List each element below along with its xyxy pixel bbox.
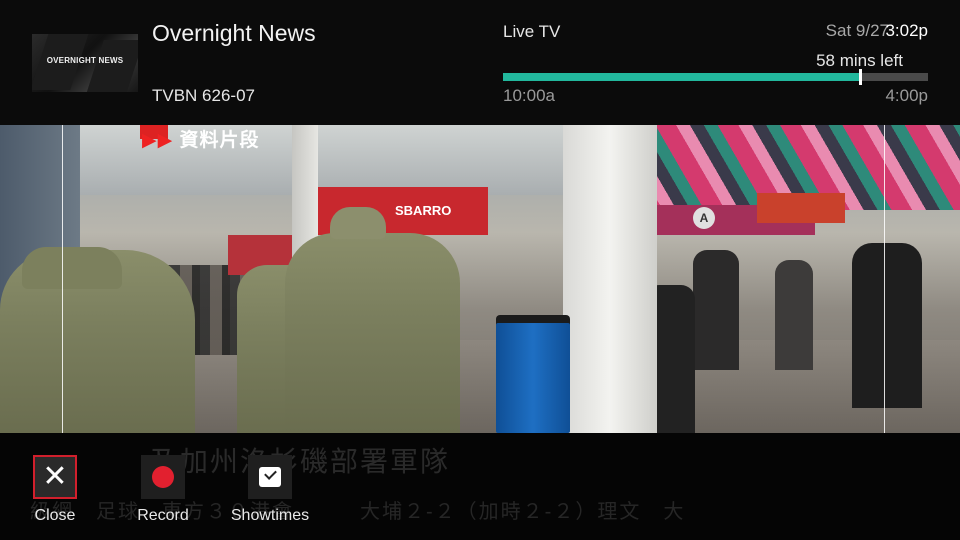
program-title: Overnight News [152,20,316,46]
current-time: 3:02p [885,21,928,40]
current-date: Sat 9/27 [825,21,889,40]
record-button[interactable]: Record [113,455,213,525]
video-soldier-helmet [22,247,122,289]
video-archive-sign: ▶▶ 資料片段 [142,130,260,151]
video-pillar [563,125,657,433]
showtimes-button[interactable]: Showtimes [220,455,320,525]
video-frame: SBARRO A ▶▶ 資料片段 [0,125,960,433]
time-remaining: 58 mins left [816,51,903,70]
close-button[interactable]: ✕ Close [5,455,105,525]
video-person [775,260,813,370]
video-gate-badge: A [693,207,715,229]
progress-marker [859,69,862,85]
source-label: Live TV [503,22,561,41]
record-button-tile[interactable] [141,455,185,499]
program-end-time: 4:00p [885,86,928,105]
program-start-time: 10:00a [503,86,555,105]
program-thumbnail: OVERNIGHT NEWS [32,34,138,92]
channel-number: TVBN 626-07 [152,86,255,105]
video-soldier [285,233,460,433]
thumbnail-logo-text: OVERNIGHT NEWS [46,56,124,65]
safe-area-line-left [62,125,63,433]
close-icon: ✕ [42,460,68,493]
video-person [693,250,739,370]
calendar-icon [259,467,281,487]
close-button-label: Close [34,507,76,524]
video-store-sign-text: SBARRO [395,203,452,218]
safe-area-line-right [884,125,885,433]
record-button-label: Record [137,507,189,524]
video-soldier-helmet [330,207,386,239]
showtimes-button-label: Showtimes [230,507,310,524]
program-info-header: OVERNIGHT NEWS Overnight News TVBN 626-0… [0,0,960,125]
video-trash-can [496,323,570,433]
showtimes-button-tile[interactable] [248,455,292,499]
video-person [852,243,922,408]
program-progress-bar [503,69,928,85]
video-archive-sign-text: 資料片段 [179,130,260,151]
progress-fill [503,73,860,81]
close-button-tile[interactable]: ✕ [33,455,77,499]
video-gate-sign [757,193,845,223]
record-icon [152,466,174,488]
tv-player-screen: OVERNIGHT NEWS Overnight News TVBN 626-0… [0,0,960,540]
calendar-check-mark [264,467,277,480]
thumbnail-figure [84,40,138,92]
